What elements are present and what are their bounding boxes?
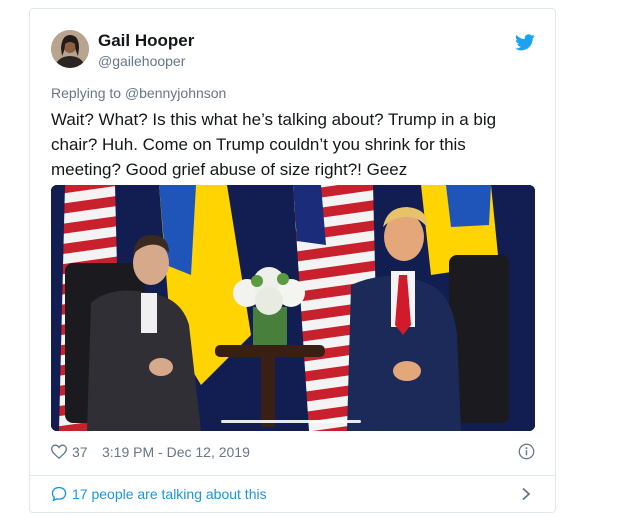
divider	[30, 475, 555, 476]
tweet-text: Wait? What? Is this what he’s talking ab…	[51, 110, 497, 179]
mention-link[interactable]: @bennyjohnson	[125, 85, 226, 101]
info-icon[interactable]	[518, 443, 535, 460]
avatar[interactable]	[51, 30, 89, 68]
conversation-text[interactable]: 17 people are talking about this	[72, 486, 267, 502]
heart-icon[interactable]	[51, 444, 67, 459]
chevron-right-icon[interactable]	[521, 487, 531, 501]
timestamp[interactable]: 3:19 PM - Dec 12, 2019	[102, 444, 250, 460]
tweet-card[interactable]: Gail Hooper @gailehooper Replying to @be…	[29, 8, 556, 513]
author-name[interactable]: Gail Hooper	[98, 31, 194, 51]
speech-bubble-icon	[51, 486, 67, 502]
replying-to-label: Replying to	[51, 85, 125, 101]
avatar-image	[51, 30, 89, 68]
like-count[interactable]: 37	[72, 444, 88, 460]
tweet-meta: 37 3:19 PM - Dec 12, 2019	[51, 443, 535, 463]
replying-to: Replying to @bennyjohnson	[51, 85, 226, 101]
tweet-media[interactable]	[51, 185, 535, 431]
media-photo	[51, 185, 535, 431]
twitter-bird-icon[interactable]	[515, 34, 535, 51]
author-handle[interactable]: @gailehooper	[98, 53, 185, 69]
conversation-link[interactable]: 17 people are talking about this	[51, 484, 535, 506]
